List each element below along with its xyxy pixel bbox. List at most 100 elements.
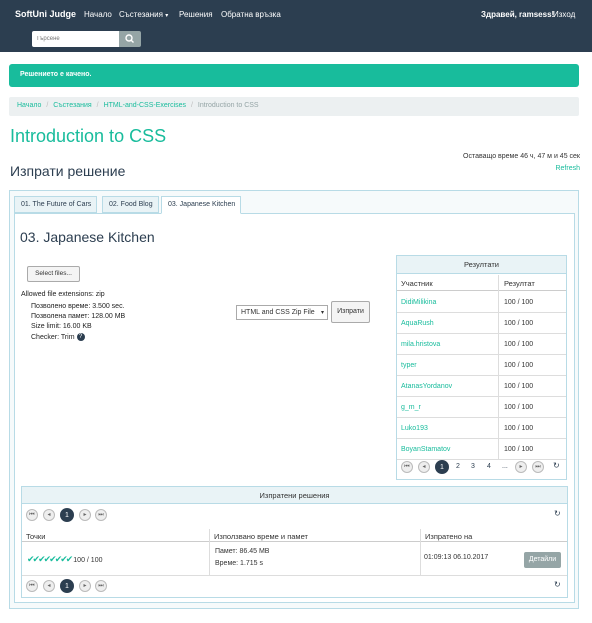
last-page-icon[interactable]: ⏭	[532, 461, 544, 473]
memory-limit: Позволена памет: 128.00 MB	[31, 313, 126, 320]
tab-future-of-cars[interactable]: 01. The Future of Cars	[14, 196, 98, 213]
strategy-value: HTML and CSS Zip File	[241, 309, 315, 316]
results-col-result[interactable]: Резултат	[498, 275, 566, 291]
page-button[interactable]: 3	[471, 463, 475, 470]
page-button-current[interactable]: 1	[60, 508, 74, 522]
next-page-icon[interactable]: ▸	[79, 509, 91, 521]
tab-japanese-kitchen[interactable]: 03. Japanese Kitchen	[161, 196, 242, 214]
search-button[interactable]	[119, 31, 141, 47]
page-ellipsis: ...	[502, 463, 508, 470]
first-page-icon[interactable]: ⏮	[401, 461, 413, 473]
strategy-select[interactable]: HTML and CSS Zip File ▾	[236, 305, 328, 320]
refresh-link[interactable]: Refresh	[555, 165, 580, 172]
next-page-icon[interactable]: ▸	[79, 580, 91, 592]
search-input[interactable]	[32, 31, 119, 47]
tab-food-blog[interactable]: 02. Food Blog	[102, 196, 159, 213]
time-remaining: Оставащо време 46 ч, 47 м и 45 сек	[463, 153, 580, 160]
prev-page-icon[interactable]: ◂	[43, 509, 55, 521]
points-value: 100 / 100	[73, 557, 103, 564]
results-row: mila.hristova 100 / 100	[397, 334, 566, 355]
page-button-current[interactable]: 1	[60, 579, 74, 593]
participant-score: 100 / 100	[504, 341, 534, 348]
first-page-icon[interactable]: ⏮	[26, 509, 38, 521]
results-row: BoyanStamatov 100 / 100	[397, 439, 566, 460]
participant-link[interactable]: mila.hristova	[401, 341, 440, 348]
submission-points: ✔✔✔✔✔✔✔✔ 100 / 100	[27, 554, 102, 565]
results-row: Luko193 100 / 100	[397, 418, 566, 439]
problem-title: 03. Japanese Kitchen	[20, 229, 155, 245]
participant-link[interactable]: AquaRush	[401, 320, 434, 327]
participant-score: 100 / 100	[504, 383, 534, 390]
checker-info: Checker: Trim ?	[31, 333, 85, 341]
participant-link[interactable]: DidiMilikina	[401, 299, 436, 306]
nav-profile[interactable]: Здравей, ramsess!	[481, 10, 554, 19]
breadcrumb: Начало / Състезания / HTML-and-CSS-Exerc…	[9, 97, 579, 116]
chevron-down-icon: ▾	[320, 310, 324, 316]
participant-score: 100 / 100	[504, 362, 534, 369]
participant-score: 100 / 100	[504, 446, 534, 453]
next-page-icon[interactable]: ▸	[515, 461, 527, 473]
results-row: AquaRush 100 / 100	[397, 313, 566, 334]
participant-link[interactable]: Luko193	[401, 425, 428, 432]
participant-link[interactable]: typer	[401, 362, 417, 369]
column-divider	[209, 529, 210, 575]
col-points: Точки	[22, 529, 209, 542]
breadcrumb-contests[interactable]: Състезания	[53, 102, 91, 109]
test-pass-icons: ✔✔✔✔✔✔✔✔	[27, 554, 73, 564]
participant-link[interactable]: AtanasYordanov	[401, 383, 452, 390]
nav-home[interactable]: Начало	[84, 10, 112, 19]
select-files-button[interactable]: Select files...	[27, 266, 80, 282]
prev-page-icon[interactable]: ◂	[418, 461, 430, 473]
results-pager: ⏮ ◂ 1 2 3 4 ... ▸ ⏭ ↻	[401, 460, 561, 475]
page-title: Introduction to CSS	[10, 126, 167, 146]
row-divider	[22, 575, 567, 576]
participant-score: 100 / 100	[504, 320, 534, 327]
results-row: typer 100 / 100	[397, 355, 566, 376]
last-page-icon[interactable]: ⏭	[95, 509, 107, 521]
breadcrumb-home[interactable]: Начало	[17, 102, 41, 109]
refresh-icon[interactable]: ↻	[554, 509, 561, 518]
results-panel: Резултати Участник Резултат DidiMilikina…	[396, 255, 567, 480]
nav-logout[interactable]: Изход	[553, 10, 575, 19]
results-row: g_m_r 100 / 100	[397, 397, 566, 418]
nav-submissions[interactable]: Решения	[179, 10, 213, 19]
results-row: AtanasYordanov 100 / 100	[397, 376, 566, 397]
results-col-user[interactable]: Участник	[397, 275, 498, 291]
participant-score: 100 / 100	[504, 404, 534, 411]
participant-link[interactable]: BoyanStamatov	[401, 446, 450, 453]
breadcrumb-category[interactable]: HTML-and-CSS-Exercises	[104, 102, 186, 109]
page-button[interactable]: 2	[456, 463, 460, 470]
breadcrumb-separator: /	[46, 102, 49, 109]
column-divider	[498, 275, 499, 459]
nav-feedback[interactable]: Обратна връзка	[221, 10, 281, 19]
time-used: Време: 1.715 s	[215, 560, 264, 567]
breadcrumb-current: Introduction to CSS	[197, 102, 259, 109]
page-button[interactable]: 4	[487, 463, 491, 470]
nav-contests[interactable]: Състезания ▾	[119, 10, 168, 19]
refresh-icon[interactable]: ↻	[553, 461, 560, 470]
top-navbar: SoftUni Judge Начало Състезания ▾ Решени…	[0, 0, 592, 52]
column-divider	[420, 529, 421, 575]
participant-score: 100 / 100	[504, 299, 534, 306]
submissions-title: Изпратени решения	[22, 487, 567, 504]
last-page-icon[interactable]: ⏭	[95, 580, 107, 592]
details-button[interactable]: Детайли	[524, 552, 561, 568]
success-alert: Решението е качено.	[9, 64, 579, 87]
submissions-pager-bottom: ⏮ ◂ 1 ▸ ⏭ ↻	[26, 579, 566, 594]
results-title: Резултати	[397, 256, 566, 274]
first-page-icon[interactable]: ⏮	[26, 580, 38, 592]
chevron-down-icon: ▾	[165, 13, 169, 19]
refresh-icon[interactable]: ↻	[554, 580, 561, 589]
page-button-current[interactable]: 1	[435, 460, 449, 474]
help-icon[interactable]: ?	[76, 333, 85, 341]
submit-heading: Изпрати решение	[10, 163, 126, 179]
prev-page-icon[interactable]: ◂	[43, 580, 55, 592]
results-row: DidiMilikina 100 / 100	[397, 292, 566, 313]
memory-used: Памет: 86.45 MB	[215, 548, 270, 555]
col-resources: Използвано време и памет	[210, 529, 420, 542]
participant-link[interactable]: g_m_r	[401, 404, 421, 411]
brand-logo[interactable]: SoftUni Judge	[15, 9, 76, 19]
search-icon	[125, 34, 134, 43]
participant-score: 100 / 100	[504, 425, 534, 432]
submit-button[interactable]: Изпрати	[331, 301, 370, 323]
